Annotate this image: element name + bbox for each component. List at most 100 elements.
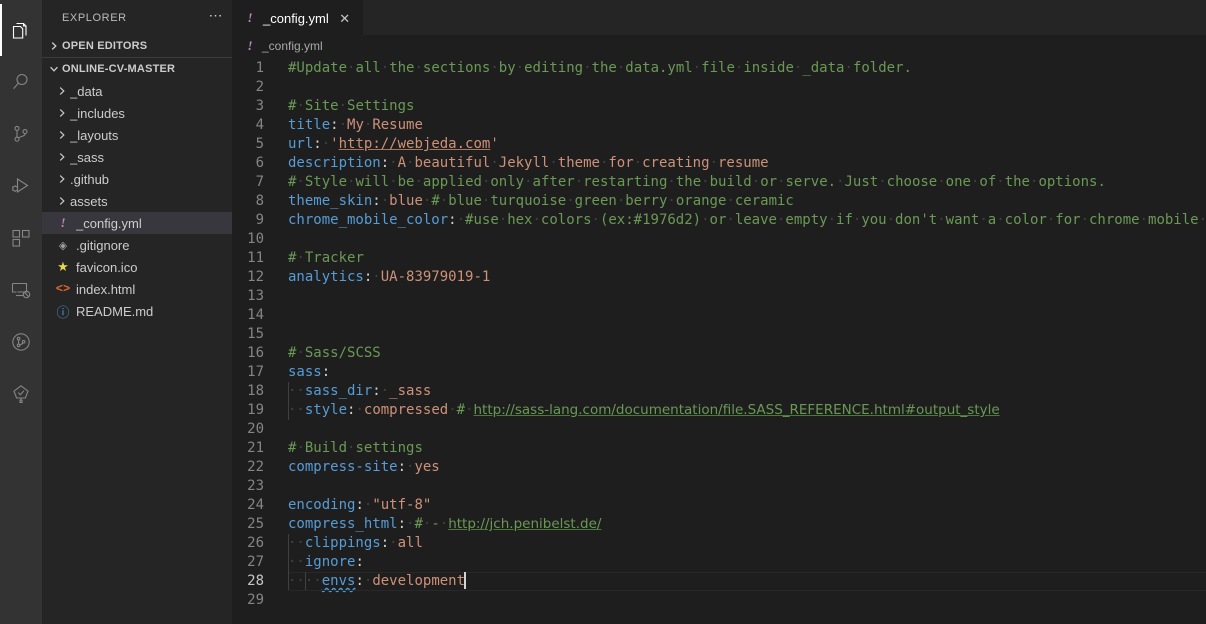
chevron-right-icon [54,171,70,187]
chevron-right-icon [54,105,70,121]
sidebar-folder-_includes[interactable]: _includes [42,102,232,124]
line-content: title:·My·Resume [288,117,423,133]
line-content: ··sass_dir:·_sass [288,382,432,401]
line-number: 15 [247,326,264,342]
line-number: 20 [247,421,264,437]
line-number: 26 [247,535,264,551]
yml-icon: ! [247,10,253,25]
code-line[interactable]: 20 [232,420,1206,439]
line-content: ··clippings:·all [288,534,423,553]
code-line[interactable]: 5 url:·'http://webjeda.com' [232,135,1206,154]
source-control-icon [9,122,33,146]
sidebar-file-readme-md[interactable]: ⓘ README.md [42,300,232,322]
code-line[interactable]: 16 #·Sass/SCSS [232,344,1206,363]
code-line[interactable]: 7 #·Style·will·be·applied·only·after·res… [232,173,1206,192]
line-content: ····envs:·development [288,572,467,591]
line-content: #·Style·will·be·applied·only·after·resta… [288,174,1106,190]
sidebar-file-index-html[interactable]: <> index.html [42,278,232,300]
more-actions-icon[interactable]: ⋯ [209,8,225,25]
activity-item-live-share[interactable] [0,368,42,420]
line-content: #·Site·Settings [288,98,415,114]
code-line[interactable]: 26 ··clippings:·all [232,534,1206,553]
line-number: 4 [255,117,264,133]
chevron-right-icon [46,38,62,54]
line-number: 25 [247,516,264,532]
code-line[interactable]: 18 ··sass_dir:·_sass [232,382,1206,401]
text-cursor [464,572,467,589]
line-number: 28 [247,573,264,589]
line-number: 3 [255,98,264,114]
line-content: #·Build·settings [288,440,423,456]
sidebar-section-workspace[interactable]: ONLINE-CV-MASTER [42,57,232,80]
sidebar-section-open-editors[interactable]: OPEN EDITORS [42,35,232,57]
activity-item-run-and-debug[interactable] [0,160,42,212]
line-content [276,287,1206,306]
line-number: 11 [247,250,264,266]
code-line[interactable]: 29 [232,591,1206,610]
code-line[interactable]: 14 [232,306,1206,325]
activity-item-explorer[interactable] [0,4,42,56]
files-icon [9,18,33,42]
code-editor[interactable]: 1 #Update·all·the·sections·by·editing·th… [232,57,1206,624]
code-line[interactable]: 11 #·Tracker [232,249,1206,268]
code-line[interactable]: 2 [232,78,1206,97]
code-line[interactable]: 27 ··ignore: [232,553,1206,572]
chevron-right-icon [54,83,70,99]
git-icon: ◈ [58,239,68,252]
activity-item-source-control[interactable] [0,108,42,160]
line-number: 16 [247,345,264,361]
line-content: theme_skin:·blue·#·blue·turquoise·green·… [288,193,794,209]
sidebar-file-gitignore[interactable]: ◈ .gitignore [42,234,232,256]
code-lines: 1 #Update·all·the·sections·by·editing·th… [232,57,1206,610]
code-line[interactable]: 24 encoding:·"utf-8" [232,496,1206,515]
line-number: 10 [247,231,264,247]
line-content: chrome_mobile_color:·#use·hex·colors·(ex… [288,212,1206,228]
code-line-active[interactable]: 28 ····envs:·development [232,572,1206,591]
code-line[interactable]: 13 [232,287,1206,306]
code-line[interactable]: 3 #·Site·Settings [232,97,1206,116]
code-line[interactable]: 23 [232,477,1206,496]
line-content [276,477,1206,496]
extensions-icon [9,226,33,250]
line-content: #·Sass/SCSS [288,345,381,361]
code-line[interactable]: 10 [232,230,1206,249]
code-line[interactable]: 6 description:·A·beautiful·Jekyll·theme·… [232,154,1206,173]
tab-bar: ! _config.yml ✕ [232,0,1206,35]
code-line[interactable]: 8 theme_skin:·blue·#·blue·turquoise·gree… [232,192,1206,211]
code-line[interactable]: 19 ··style:·compressed·#·http://sass-lan… [232,401,1206,420]
activity-item-remote-explorer[interactable] [0,264,42,316]
tab-config-yml[interactable]: ! _config.yml ✕ [232,0,364,35]
code-line[interactable]: 4 title:·My·Resume [232,116,1206,135]
yml-icon: ! [247,38,253,53]
sidebar-folder-_layouts[interactable]: _layouts [42,124,232,146]
line-content: #Update·all·the·sections·by·editing·the·… [288,60,912,76]
code-line[interactable]: 22 compress-site:·yes [232,458,1206,477]
code-line[interactable]: 17 sass: [232,363,1206,382]
sidebar-section-label: ONLINE-CV-MASTER [62,63,176,75]
info-icon: ⓘ [56,304,70,320]
sidebar-file-config-yml[interactable]: ! _config.yml [42,212,232,234]
sidebar-folder-github[interactable]: .github [42,168,232,190]
code-line[interactable]: 9 chrome_mobile_color:·#use·hex·colors·(… [232,211,1206,230]
sidebar-folder-label: _includes [70,105,125,121]
line-number: 13 [247,288,264,304]
sidebar-folder-_data[interactable]: _data [42,80,232,102]
chevron-right-icon [54,149,70,165]
code-line[interactable]: 1 #Update·all·the·sections·by·editing·th… [232,59,1206,78]
code-line[interactable]: 12 analytics:·UA-83979019-1 [232,268,1206,287]
activity-item-extensions[interactable] [0,212,42,264]
line-number: 5 [255,136,264,152]
activity-item-search[interactable] [0,56,42,108]
sidebar-file-favicon-ico[interactable]: ★ favicon.ico [42,256,232,278]
breadcrumb[interactable]: ! _config.yml [232,35,1206,57]
sidebar-section-label: OPEN EDITORS [62,40,148,52]
activity-item-gitlens[interactable] [0,316,42,368]
code-line[interactable]: 21 #·Build·settings [232,439,1206,458]
explorer-sidebar: EXPLORER ⋯ OPEN EDITORS ONLINE-CV-MASTER… [42,0,232,624]
close-icon[interactable]: ✕ [337,12,353,25]
sidebar-folder-label: _layouts [70,127,119,143]
sidebar-folder-_sass[interactable]: _sass [42,146,232,168]
sidebar-folder-assets[interactable]: assets [42,190,232,212]
code-line[interactable]: 15 [232,325,1206,344]
code-line[interactable]: 25 compress_html:·#·-·http://jch.penibel… [232,515,1206,534]
